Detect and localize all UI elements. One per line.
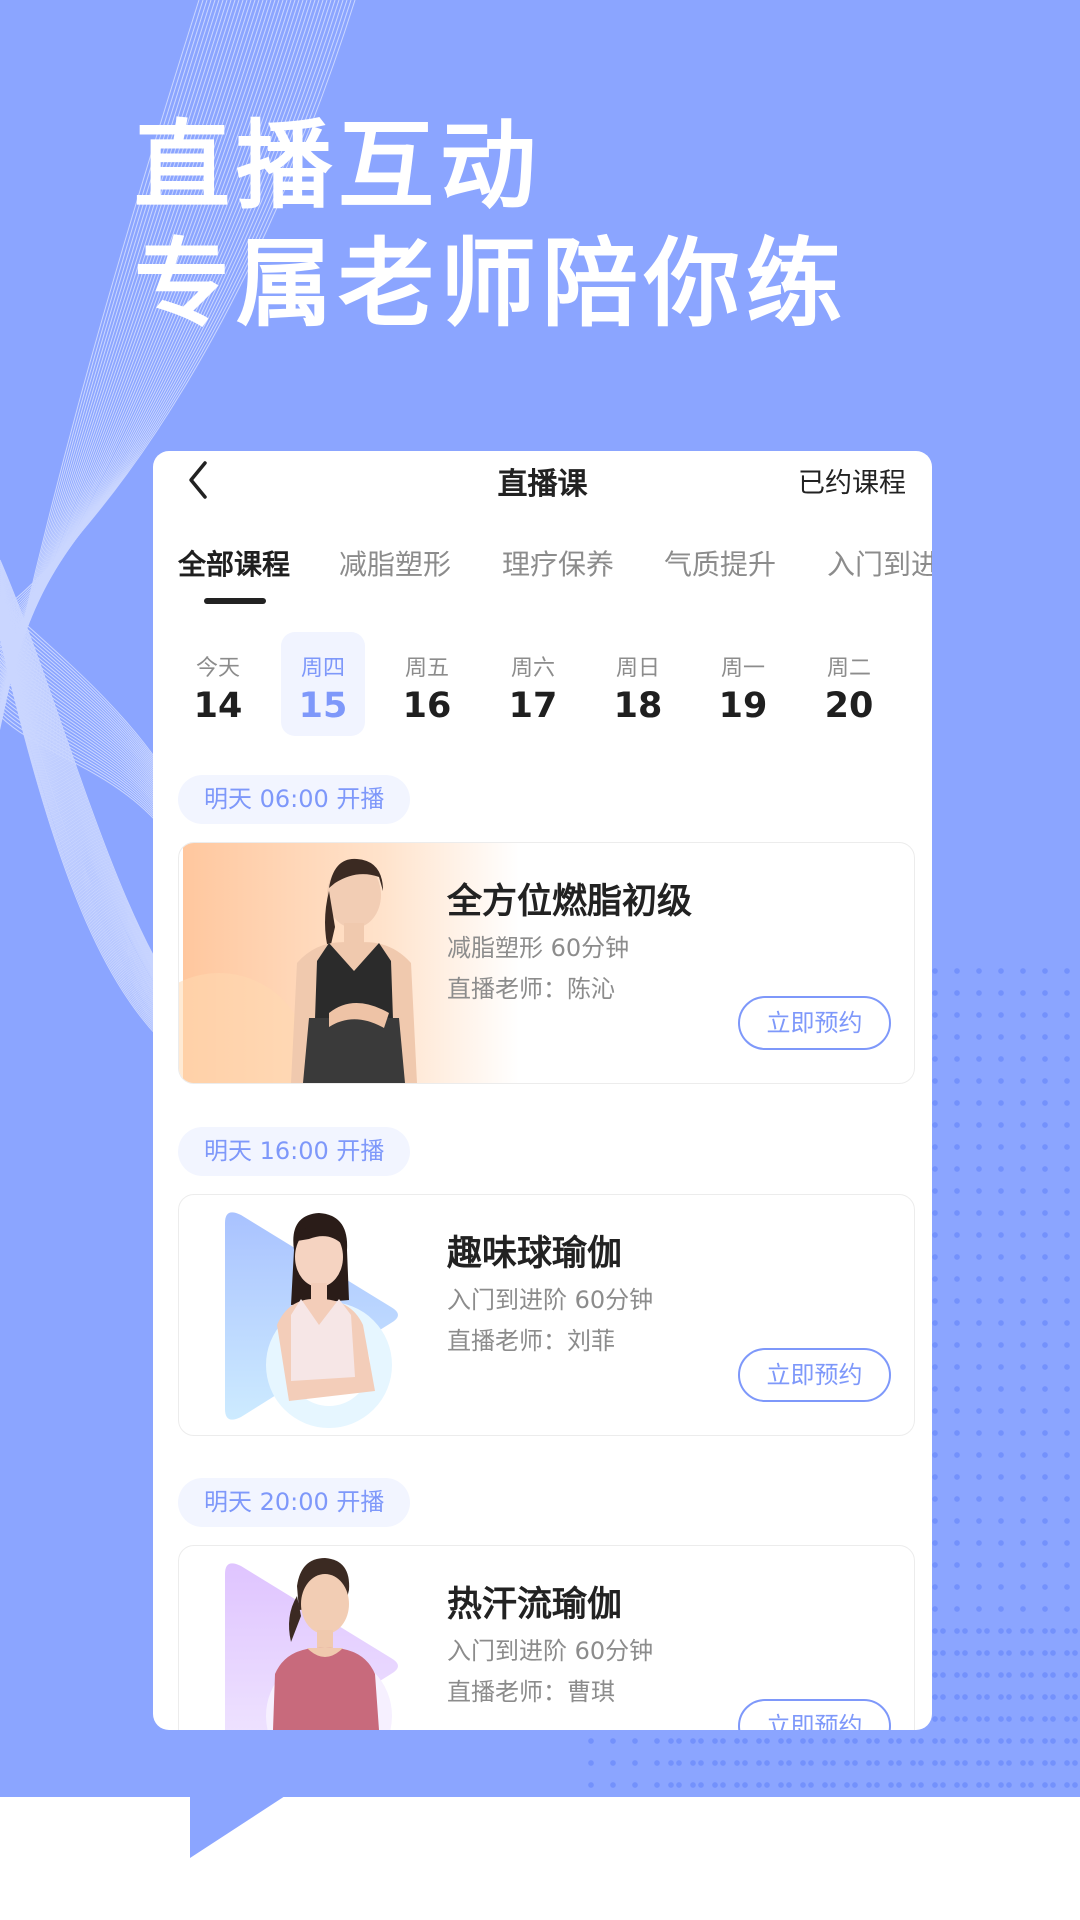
date-weekday: 周二 bbox=[826, 656, 871, 681]
course-title: 趣味球瑜伽 bbox=[447, 1234, 623, 1274]
date-weekday: 周日 bbox=[615, 656, 660, 681]
date-number: 20 bbox=[824, 686, 874, 726]
tab-all-courses[interactable]: 全部课程 bbox=[178, 543, 290, 583]
date-item[interactable]: 周二 20 bbox=[807, 632, 891, 736]
nav-bar: 直播课 已约课程 bbox=[153, 451, 932, 521]
date-weekday: 周四 bbox=[300, 656, 345, 681]
course-teacher: 直播老师：陈沁 bbox=[447, 975, 615, 1003]
book-now-button[interactable]: 立即预约 bbox=[738, 996, 891, 1050]
course-card[interactable]: 趣味球瑜伽 入门到进阶 60分钟 直播老师：刘菲 立即预约 bbox=[178, 1194, 915, 1436]
date-item-selected[interactable]: 周四 15 bbox=[281, 632, 365, 736]
app-screen-card: 直播课 已约课程 全部课程 减脂塑形 理疗保养 气质提升 入门到进阶 今天 14 … bbox=[153, 451, 932, 1730]
tab-temperament[interactable]: 气质提升 bbox=[664, 543, 776, 583]
date-weekday: 今天 bbox=[195, 656, 240, 681]
date-number: 14 bbox=[193, 686, 243, 726]
date-item[interactable]: 周一 19 bbox=[701, 632, 785, 736]
start-time-badge: 明天 20:00 开播 bbox=[178, 1478, 411, 1527]
course-title: 热汗流瑜伽 bbox=[447, 1585, 623, 1625]
course-teacher: 直播老师：曹琪 bbox=[447, 1678, 615, 1706]
date-weekday: 周六 bbox=[510, 656, 555, 681]
course-category-duration: 入门到进阶 60分钟 bbox=[447, 1286, 654, 1314]
course-teacher: 直播老师：刘菲 bbox=[447, 1327, 615, 1355]
start-time-badge: 明天 06:00 开播 bbox=[178, 775, 411, 824]
date-selector: 今天 14 周四 15 周五 16 周六 17 周日 18 周一 19 周二 20 bbox=[153, 632, 932, 736]
date-item[interactable]: 周六 17 bbox=[491, 632, 575, 736]
tab-fat-loss[interactable]: 减脂塑形 bbox=[339, 543, 451, 583]
book-now-button[interactable]: 立即预约 bbox=[738, 1348, 891, 1402]
date-number: 16 bbox=[402, 686, 452, 726]
course-category-duration: 入门到进阶 60分钟 bbox=[447, 1637, 654, 1665]
date-item[interactable]: 周日 18 bbox=[596, 632, 680, 736]
date-number: 17 bbox=[508, 686, 558, 726]
headline-line-1: 直播互动 bbox=[134, 110, 542, 222]
category-tabs: 全部课程 减脂塑形 理疗保养 气质提升 入门到进阶 bbox=[153, 543, 932, 603]
course-title: 全方位燃脂初级 bbox=[447, 882, 693, 922]
course-card[interactable]: 全方位燃脂初级 减脂塑形 60分钟 直播老师：陈沁 立即预约 bbox=[178, 842, 915, 1084]
date-number: 18 bbox=[613, 686, 663, 726]
booked-courses-link[interactable]: 已约课程 bbox=[798, 461, 906, 500]
tab-beginner-advanced[interactable]: 入门到进阶 bbox=[827, 543, 932, 583]
date-item[interactable]: 周五 16 bbox=[385, 632, 469, 736]
date-weekday: 周一 bbox=[720, 656, 765, 681]
date-weekday: 周五 bbox=[404, 656, 449, 681]
active-tab-indicator bbox=[204, 598, 266, 604]
course-category-duration: 减脂塑形 60分钟 bbox=[447, 934, 630, 962]
headline-line-2: 专属老师陪你练 bbox=[134, 228, 848, 340]
speech-bubble-tail bbox=[190, 1796, 285, 1858]
course-card[interactable]: 热汗流瑜伽 入门到进阶 60分钟 直播老师：曹琪 立即预约 bbox=[178, 1545, 915, 1730]
book-now-button[interactable]: 立即预约 bbox=[738, 1699, 891, 1730]
start-time-badge: 明天 16:00 开播 bbox=[178, 1127, 411, 1176]
tab-therapy[interactable]: 理疗保养 bbox=[502, 543, 614, 583]
date-item[interactable]: 今天 14 bbox=[176, 632, 260, 736]
date-number: 19 bbox=[718, 686, 768, 726]
date-number: 15 bbox=[298, 686, 348, 726]
